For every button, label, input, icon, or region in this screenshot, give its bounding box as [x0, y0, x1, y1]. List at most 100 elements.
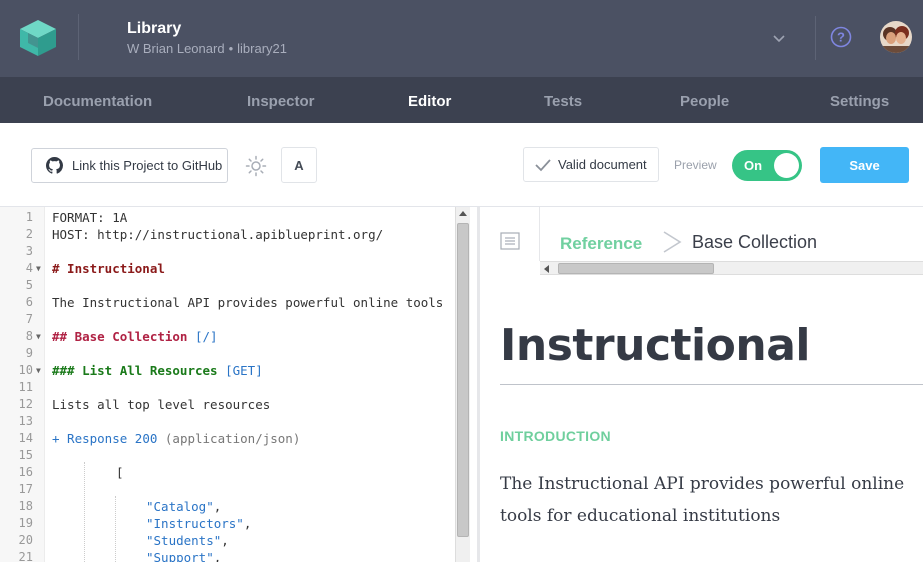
- code-text: Lists all top level resources: [52, 397, 271, 412]
- code-line[interactable]: 1 FORMAT: 1A: [0, 209, 455, 226]
- line-number: 15: [18, 448, 33, 462]
- line-number: 20: [18, 533, 33, 547]
- code-line[interactable]: 7: [0, 311, 455, 328]
- tab-inspector[interactable]: Inspector: [247, 93, 315, 110]
- project-subtitle: W Brian Leonard • library21: [127, 41, 287, 56]
- preview-toggle[interactable]: On: [732, 150, 802, 181]
- preview-toggle-label: On: [744, 158, 763, 173]
- tab-editor[interactable]: Editor: [408, 93, 451, 110]
- project-slug: library21: [237, 41, 287, 56]
- project-owner: W Brian Leonard: [127, 41, 225, 56]
- line-number: 19: [18, 516, 33, 530]
- code-line[interactable]: 12 Lists all top level resources: [0, 396, 455, 413]
- code-line[interactable]: 14 + Response 200 (application/json): [0, 430, 455, 447]
- code-line[interactable]: 15: [0, 447, 455, 464]
- check-icon: [535, 158, 551, 171]
- line-number: 21: [18, 550, 33, 562]
- code-line[interactable]: 9: [0, 345, 455, 362]
- link-github-button[interactable]: Link this Project to GitHub: [31, 148, 228, 183]
- code-line[interactable]: 11: [0, 379, 455, 396]
- code-line[interactable]: 10 ▼ ### List All Resources [GET]: [0, 362, 455, 379]
- avatar[interactable]: [880, 21, 912, 53]
- editor-vertical-scrollbar[interactable]: [455, 207, 470, 562]
- line-number: 14: [18, 431, 33, 445]
- main-nav: Documentation Inspector Editor Tests Peo…: [0, 77, 923, 123]
- code-line[interactable]: 3: [0, 243, 455, 260]
- code-text: HOST: http://instructional.apiblueprint.…: [52, 227, 384, 242]
- toggle-knob: [774, 153, 799, 178]
- logo-icon[interactable]: [18, 18, 58, 58]
- section-heading: INTRODUCTION: [500, 428, 611, 444]
- line-number: 5: [25, 278, 33, 292]
- code-line[interactable]: 19 "Instructors",: [0, 515, 455, 532]
- scrollbar-thumb[interactable]: [457, 223, 469, 537]
- line-number: 13: [18, 414, 33, 428]
- code-line[interactable]: 2 HOST: http://instructional.apiblueprint…: [0, 226, 455, 243]
- line-number: 17: [18, 482, 33, 496]
- code-line[interactable]: 20 "Students",: [0, 532, 455, 549]
- line-number: 7: [25, 312, 33, 326]
- link-github-label: Link this Project to GitHub: [72, 158, 223, 173]
- save-button[interactable]: Save: [820, 147, 909, 183]
- intro-paragraph: The Instructional API provides powerful …: [500, 474, 905, 526]
- code-text: "Students",: [146, 533, 229, 548]
- breadcrumb-reference[interactable]: Reference: [560, 234, 642, 254]
- svg-text:?: ?: [837, 30, 845, 45]
- line-number: 3: [25, 244, 33, 258]
- line-number: 11: [18, 380, 33, 394]
- subtitle-separator: •: [228, 41, 234, 56]
- preview-label: Preview: [674, 158, 717, 172]
- code-editor[interactable]: 1 FORMAT: 1A 2 HOST: http://instructional.a…: [0, 207, 477, 562]
- chevron-down-icon[interactable]: [769, 28, 789, 48]
- line-number: 9: [25, 346, 33, 360]
- code-line[interactable]: 17: [0, 481, 455, 498]
- code-text: "Instructors",: [146, 516, 252, 531]
- header-divider: [78, 14, 79, 60]
- scroll-up-icon[interactable]: [459, 211, 467, 216]
- code-line[interactable]: 8 ▼ ## Base Collection [/]: [0, 328, 455, 345]
- line-number: 8: [25, 329, 33, 343]
- fold-arrow-icon[interactable]: ▼: [36, 362, 41, 379]
- help-icon[interactable]: ?: [830, 26, 852, 48]
- fold-arrow-icon[interactable]: ▼: [36, 328, 41, 345]
- font-size-button[interactable]: A: [281, 147, 317, 183]
- code-line[interactable]: 16 [: [0, 464, 455, 481]
- horizontal-scrollbar-thumb[interactable]: [558, 263, 714, 274]
- chevron-right-icon: [663, 231, 682, 253]
- valid-document-label: Valid document: [558, 157, 647, 172]
- preview-header-divider: [539, 207, 540, 261]
- indent-guide: [84, 462, 85, 562]
- line-number: 18: [18, 499, 33, 513]
- code-line[interactable]: 6 The Instructional API provides powerful…: [0, 294, 455, 311]
- line-number: 4: [25, 261, 33, 275]
- code-line[interactable]: 21 "Support",: [0, 549, 455, 562]
- code-line[interactable]: 13: [0, 413, 455, 430]
- preview-pane: Reference Base Collection Instructional …: [480, 207, 923, 562]
- breadcrumb-current: Base Collection: [692, 232, 818, 252]
- sun-icon[interactable]: [245, 155, 267, 177]
- code-text: # Instructional: [52, 261, 165, 276]
- doc-title: Instructional: [500, 320, 810, 371]
- tab-settings[interactable]: Settings: [830, 93, 889, 110]
- code-text: ## Base Collection [/]: [52, 329, 218, 344]
- preview-horizontal-scrollbar[interactable]: [540, 261, 923, 275]
- code-text: The Instructional API provides powerful …: [52, 295, 444, 310]
- line-number: 2: [25, 227, 33, 241]
- code-line[interactable]: 18 "Catalog",: [0, 498, 455, 515]
- tab-tests[interactable]: Tests: [544, 93, 582, 110]
- code-line[interactable]: 4 ▼ # Instructional: [0, 260, 455, 277]
- editor-toolbar: Link this Project to GitHub A Valid docu…: [0, 123, 923, 207]
- tab-people[interactable]: People: [680, 93, 729, 110]
- tab-documentation[interactable]: Documentation: [43, 93, 152, 110]
- header-divider-right: [815, 16, 816, 60]
- valid-document-indicator[interactable]: Valid document: [523, 147, 659, 182]
- top-header: Library W Brian Leonard • library21 ?: [0, 0, 923, 77]
- fold-arrow-icon[interactable]: ▼: [36, 260, 41, 277]
- code-text: "Support",: [146, 550, 222, 562]
- project-title[interactable]: Library: [127, 20, 181, 38]
- scroll-left-icon[interactable]: [544, 265, 549, 273]
- document-icon[interactable]: [500, 232, 520, 250]
- code-text: + Response 200 (application/json): [52, 431, 301, 446]
- line-number: 16: [18, 465, 33, 479]
- code-line[interactable]: 5: [0, 277, 455, 294]
